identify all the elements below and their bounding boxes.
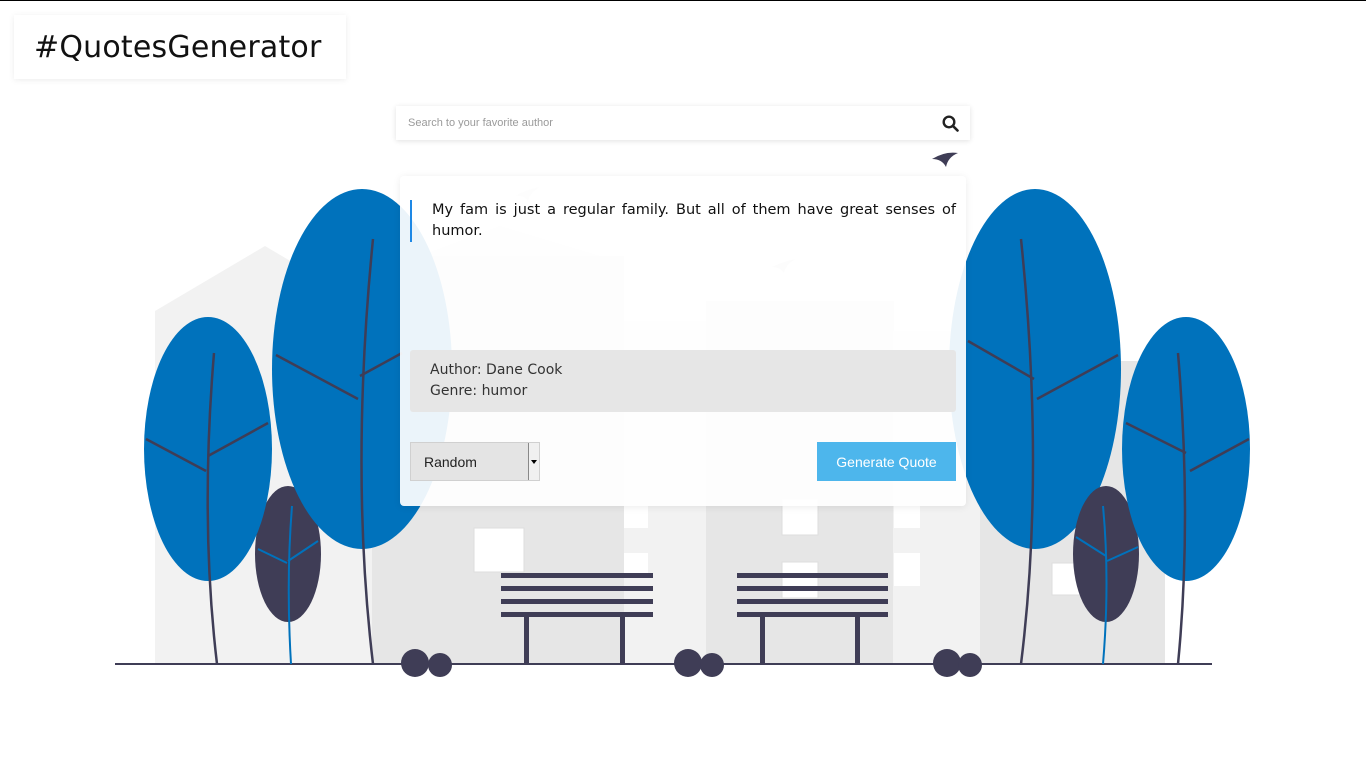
genre-label: Genre: humor bbox=[430, 383, 528, 399]
window bbox=[781, 561, 819, 599]
mode-select[interactable]: Random bbox=[410, 442, 540, 481]
logo: #QuotesGenerator bbox=[14, 15, 346, 79]
author-label: Author: Dane Cook bbox=[430, 362, 563, 378]
chevron-down-icon[interactable] bbox=[528, 443, 539, 480]
generate-quote-button[interactable]: Generate Quote bbox=[817, 442, 956, 481]
logo-text: #QuotesGenerator bbox=[34, 29, 322, 65]
window bbox=[894, 553, 920, 586]
search-input[interactable] bbox=[406, 116, 940, 130]
window bbox=[624, 506, 648, 528]
search-bar bbox=[396, 106, 970, 140]
window bbox=[894, 506, 920, 528]
search-icon[interactable] bbox=[940, 113, 960, 133]
window bbox=[624, 553, 648, 575]
quote-card: My fam is just a regular family. But all… bbox=[400, 176, 966, 506]
bird bbox=[932, 152, 958, 167]
window bbox=[473, 527, 525, 573]
quote-meta: Author: Dane Cook Genre: humor bbox=[410, 350, 956, 412]
quote-text: My fam is just a regular family. But all… bbox=[410, 200, 956, 242]
mode-select-value: Random bbox=[424, 453, 477, 470]
